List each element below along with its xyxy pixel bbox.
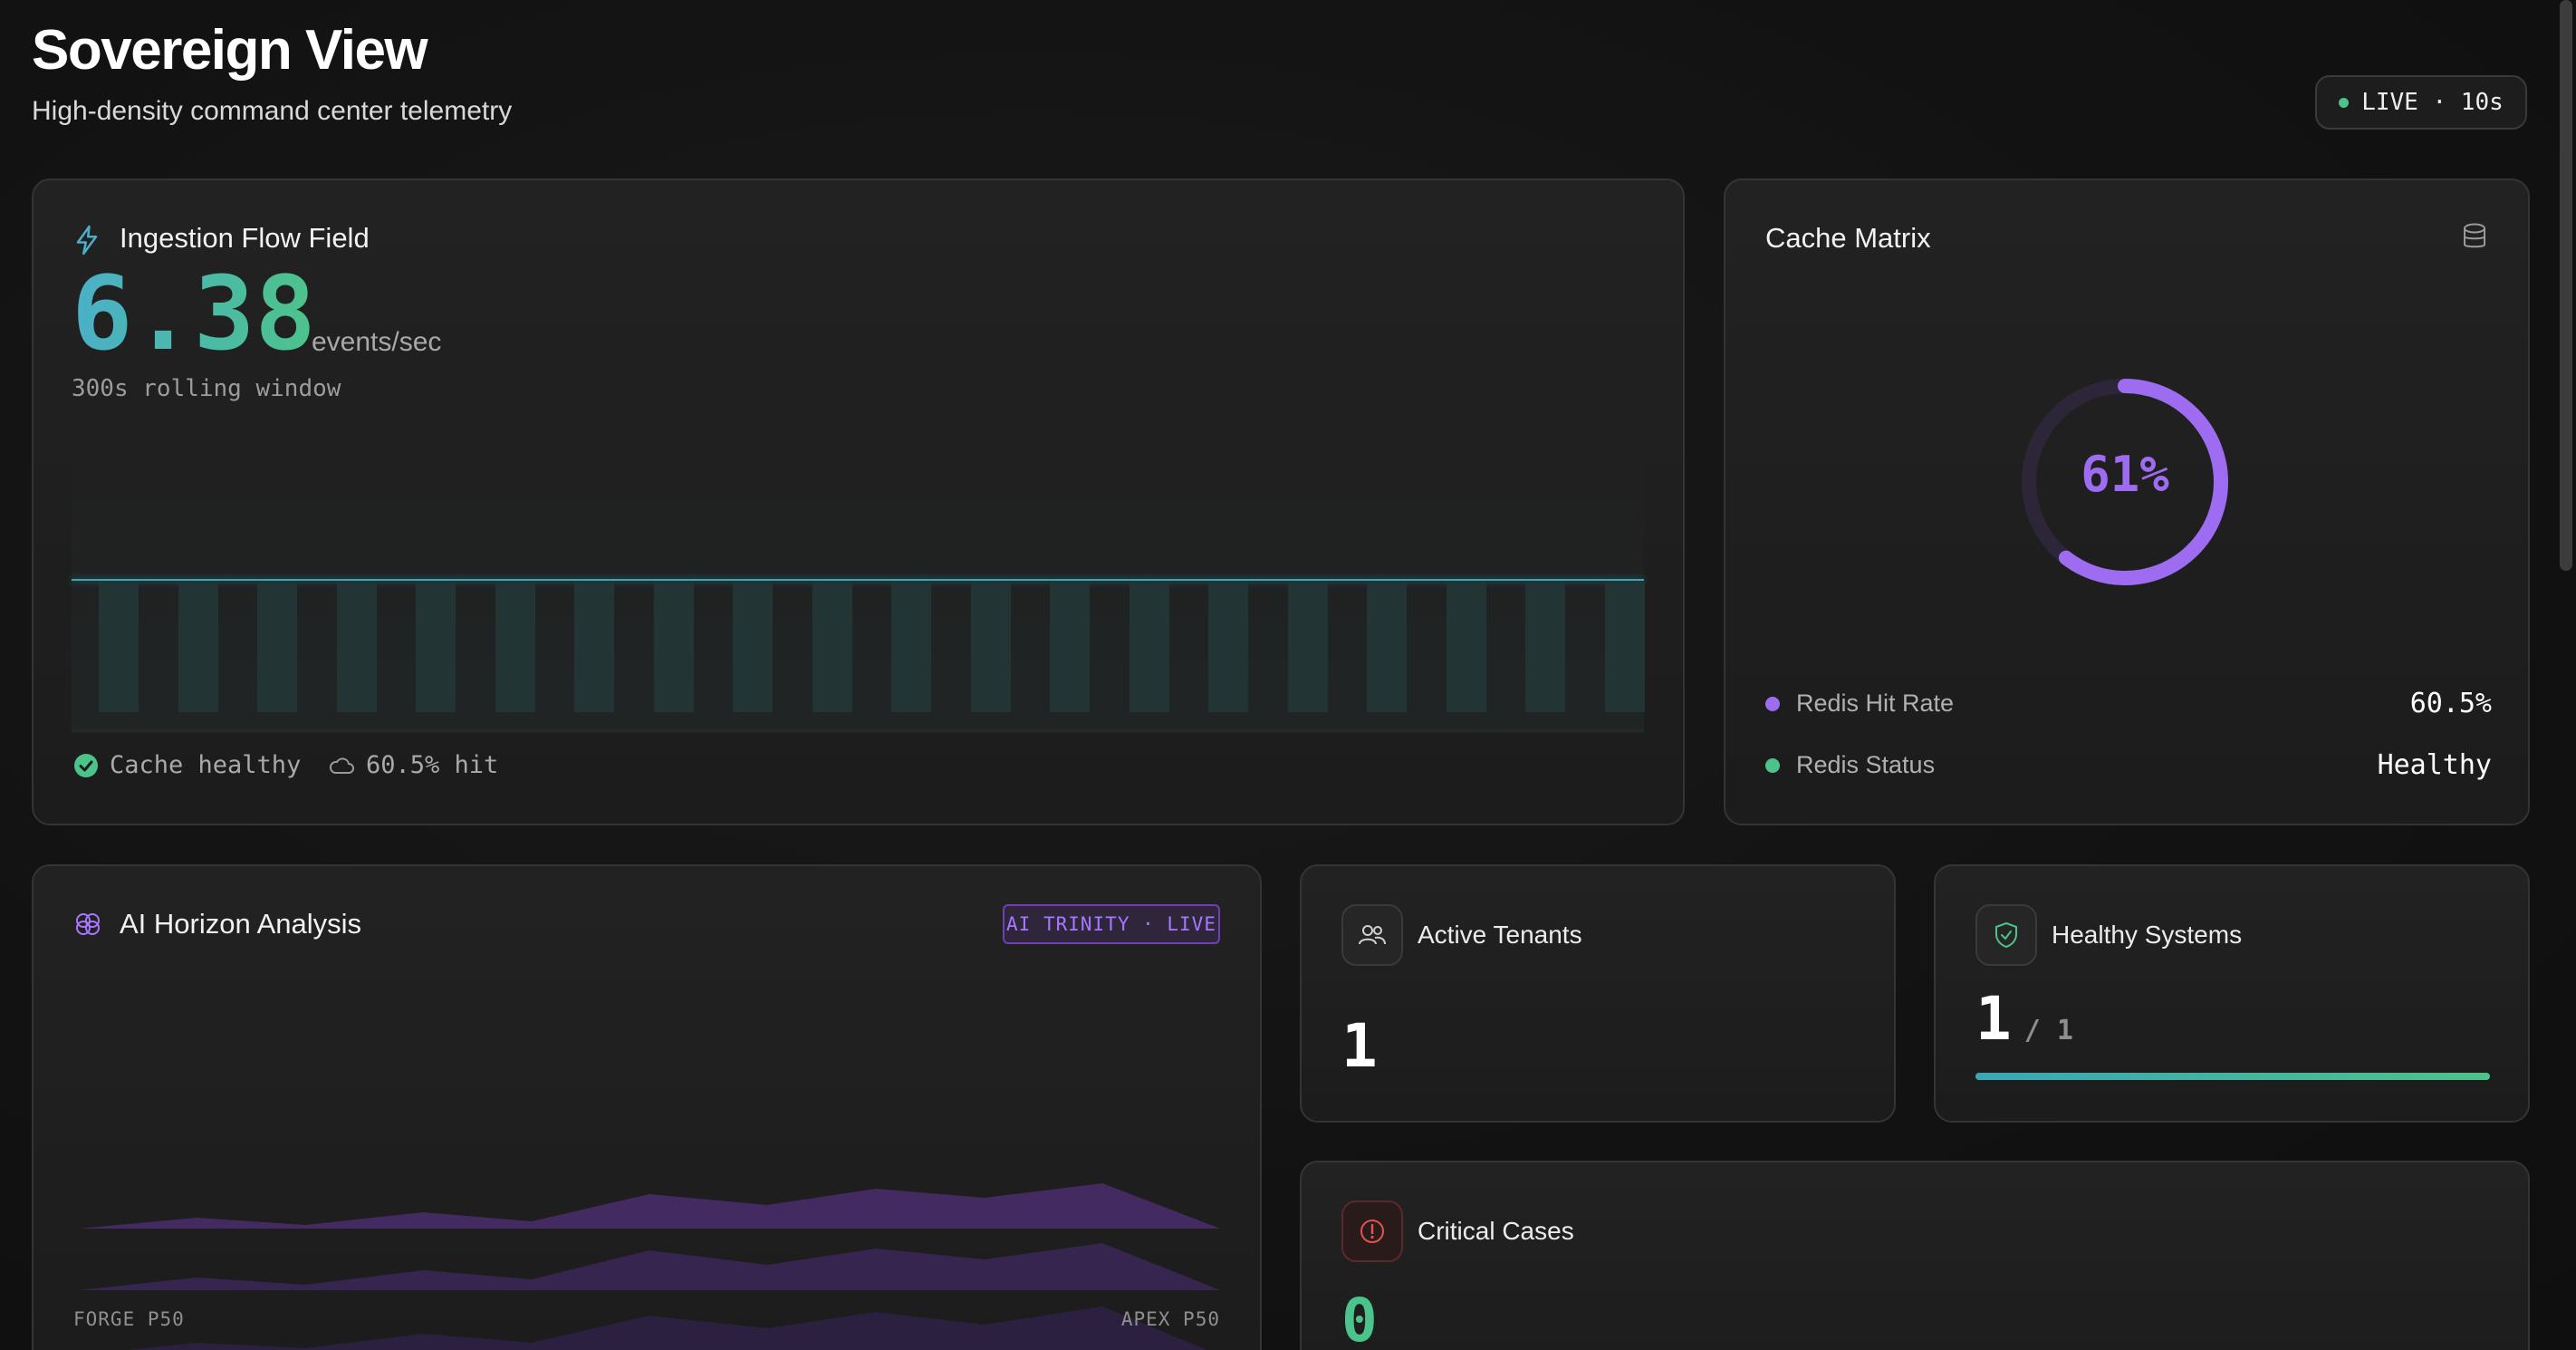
ingestion-title: Ingestion Flow Field: [120, 222, 370, 254]
healthy-total: / 1: [2023, 1015, 2073, 1046]
ai-horizon-chart: [79, 1183, 1220, 1350]
ai-live-badge: AI TRINITY · LIVE: [1003, 904, 1220, 944]
healthy-value: 1: [1975, 984, 2012, 1054]
users-icon: [1359, 925, 1386, 945]
ingestion-flow-bar: [1050, 581, 1090, 712]
shield-check-icon: [1995, 921, 2017, 949]
healthy-systems-card: Healthy Systems 1 / 1: [1934, 864, 2530, 1123]
live-refresh-pill[interactable]: LIVE · 10s: [2315, 75, 2527, 130]
redis-status-row: Redis Status Healthy: [1765, 749, 2492, 781]
healthy-icon-box: [1975, 904, 2037, 966]
live-label: LIVE · 10s: [2361, 89, 2504, 116]
ingestion-rate-value: 6.38: [72, 256, 316, 373]
page-subtitle: High-density command center telemetry: [32, 96, 513, 126]
cache-health-label: Cache healthy: [110, 751, 302, 779]
active-tenants-card: Active Tenants 1: [1300, 864, 1896, 1123]
tenants-title: Active Tenants: [1418, 921, 1582, 949]
rolling-window-label: 300s rolling window: [72, 375, 341, 402]
ai-axis-right: APEX P50: [1120, 1308, 1220, 1330]
redis-hit-rate-label: Redis Hit Rate: [1796, 689, 1955, 717]
page-scrollbar[interactable]: [2560, 0, 2572, 571]
redis-hit-rate-row: Redis Hit Rate 60.5%: [1765, 688, 2492, 719]
critical-value: 0: [1341, 1286, 1378, 1350]
ingestion-flow-bar: [891, 581, 931, 712]
ingestion-flow-bar: [495, 581, 535, 712]
tenants-icon-box: [1341, 904, 1403, 966]
cloud-icon: [329, 757, 354, 774]
healthy-title: Healthy Systems: [2052, 921, 2243, 949]
ingestion-flow-bar: [1288, 581, 1328, 712]
ingestion-flow-bar: [1605, 581, 1645, 712]
cache-hit-percent: 61%: [2081, 446, 2169, 503]
check-circle-icon: [74, 753, 98, 777]
dashboard-page: Sovereign View High-density command cent…: [0, 0, 2576, 1350]
critical-title: Critical Cases: [1418, 1217, 1574, 1245]
redis-hit-rate-dot: [1765, 696, 1780, 711]
ingestion-rate-unit: events/sec: [312, 327, 442, 357]
ingestion-flow-bar: [574, 581, 614, 712]
ingestion-flow-bar: [1447, 581, 1486, 712]
ingestion-flow-bar: [257, 581, 297, 712]
ai-axis-left: FORGE P50: [73, 1308, 185, 1330]
ingestion-flow-bar: [971, 581, 1011, 712]
ingestion-flow-bar: [99, 581, 139, 712]
ingestion-flow-chart: [72, 434, 1645, 733]
ai-horizon-band-middle: [79, 1243, 1220, 1290]
ingestion-flow-bar: [1129, 581, 1169, 712]
cache-health-status: Cache healthy: [73, 751, 301, 779]
healthy-progress-track: [1975, 1073, 2490, 1080]
ingestion-flow-bar: [337, 581, 377, 712]
redis-status-label: Redis Status: [1796, 751, 1936, 778]
alert-circle-icon: [1360, 1220, 1384, 1243]
ingestion-flow-line: [72, 579, 1644, 581]
ingestion-flow-card: Ingestion Flow Field 6.38 events/sec 300…: [32, 178, 1685, 825]
database-icon: [2464, 223, 2485, 248]
tenants-value: 1: [1341, 1011, 1378, 1081]
redis-hit-rate-value: 60.5%: [2409, 688, 2492, 719]
live-status-dot: [2339, 97, 2350, 108]
ingestion-flow-bar: [1367, 581, 1407, 712]
ingestion-flow-bar: [1208, 581, 1248, 712]
ai-horizon-band-top: [79, 1183, 1220, 1229]
redis-status-dot: [1765, 757, 1780, 773]
cache-hit-rate-status: 60.5% hit: [328, 751, 498, 779]
lightning-icon: [76, 225, 98, 256]
ingestion-flow-bar: [812, 581, 852, 712]
cache-hit-label: 60.5% hit: [366, 751, 499, 779]
cache-title: Cache Matrix: [1765, 222, 1931, 254]
ingestion-flow-baseline: [72, 729, 1644, 731]
ingestion-flow-bar: [733, 581, 773, 712]
ingestion-flow-bar: [416, 581, 456, 712]
ai-horizon-card: AI Horizon Analysis AI TRINITY · LIVE FO…: [32, 864, 1262, 1350]
ai-horizon-band-bottom: [129, 1307, 1207, 1350]
ingestion-flow-bar: [654, 581, 694, 712]
ingestion-flow-bar: [1525, 581, 1565, 712]
ai-title: AI Horizon Analysis: [120, 908, 362, 940]
critical-cases-card: Critical Cases 0: [1300, 1161, 2530, 1350]
page-title: Sovereign View: [32, 19, 428, 82]
critical-icon-box: [1341, 1201, 1403, 1262]
cache-matrix-card: Cache Matrix 61% Redis Hit Rate 60.5% Re…: [1724, 178, 2530, 825]
ingestion-flow-bar: [178, 581, 218, 712]
healthy-progress-fill: [1975, 1073, 2490, 1080]
healthy-ratio: 1 / 1: [1975, 984, 2073, 1054]
brain-icon: [76, 913, 100, 935]
redis-status-value: Healthy: [2377, 749, 2492, 781]
